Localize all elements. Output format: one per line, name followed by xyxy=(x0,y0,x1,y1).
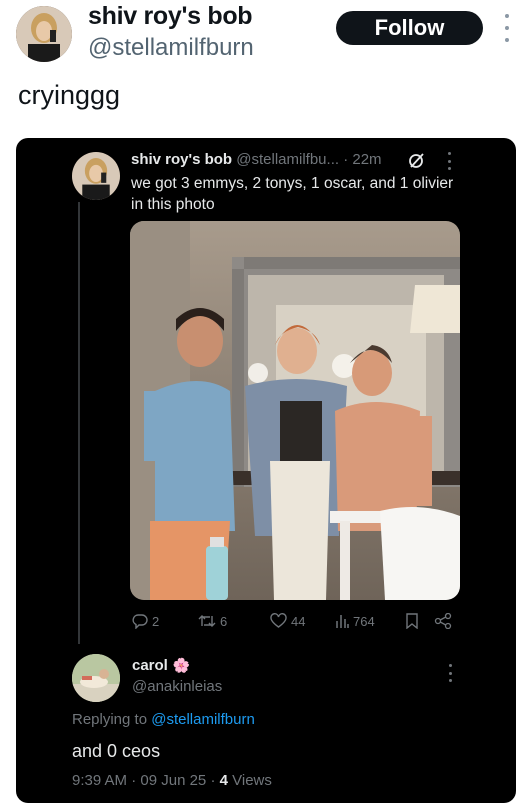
quoted-author-name[interactable]: shiv roy's bob xyxy=(131,151,232,168)
author-avatar[interactable] xyxy=(16,6,72,62)
photo-image xyxy=(130,221,460,600)
separator-dot: · xyxy=(131,772,137,789)
share-action[interactable] xyxy=(434,610,456,632)
bookmark-icon xyxy=(406,613,418,629)
avatar-image xyxy=(72,152,120,200)
quoted-author-handle[interactable]: @stellamilfbu... xyxy=(236,151,339,168)
avatar-image xyxy=(72,654,120,702)
view-count: 764 xyxy=(353,613,375,629)
separator-dot: · xyxy=(343,151,349,168)
replying-to: Replying to @stellamilfburn xyxy=(72,711,255,728)
retweet-count: 6 xyxy=(220,613,228,629)
grok-icon[interactable] xyxy=(408,151,426,169)
like-count: 44 xyxy=(291,613,306,629)
author-handle[interactable]: @stellamilfburn xyxy=(88,34,254,62)
replying-to-link[interactable]: @stellamilfburn xyxy=(151,711,255,728)
quoted-text: we got 3 emmys, 2 tonys, 1 oscar, and 1 … xyxy=(131,175,454,213)
quoted-time[interactable]: 22m xyxy=(352,151,381,168)
more-icon[interactable] xyxy=(447,664,453,682)
avatar-image xyxy=(16,6,72,62)
retweet-icon xyxy=(198,615,216,627)
separator-dot: · xyxy=(210,772,216,789)
reply-author-handle[interactable]: @anakinleias xyxy=(132,678,222,695)
tweet-text: cryinggg xyxy=(18,80,121,110)
retweet-action[interactable]: 6 xyxy=(198,610,227,632)
quoted-header: shiv roy's bob @stellamilfbu... · 22m xyxy=(131,151,382,168)
reply-time[interactable]: 9:39 AM xyxy=(72,772,127,789)
reply-text: and 0 ceos xyxy=(72,741,161,761)
reply-author-avatar[interactable] xyxy=(72,654,120,702)
flower-emoji-icon: 🌸 xyxy=(172,657,191,673)
quoted-author-avatar[interactable] xyxy=(72,152,120,200)
reply-action[interactable]: 2 xyxy=(132,610,159,632)
reply-meta: 9:39 AM · 09 Jun 25 · 4 Views xyxy=(72,772,272,789)
reply-name-text: carol xyxy=(132,657,168,674)
author-name[interactable]: shiv roy's bob xyxy=(88,2,253,31)
reply-icon xyxy=(132,614,148,629)
views-icon xyxy=(336,615,349,628)
action-bar: 2 6 44 764 xyxy=(132,610,457,632)
follow-button[interactable]: Follow xyxy=(336,11,483,45)
replying-prefix: Replying to xyxy=(72,711,148,728)
reply-view-count: 4 xyxy=(219,772,228,789)
like-icon xyxy=(270,613,287,628)
bookmark-action[interactable] xyxy=(405,610,423,632)
tweet-photo[interactable] xyxy=(130,221,460,600)
like-action[interactable]: 44 xyxy=(270,610,305,632)
thread-line xyxy=(78,202,80,644)
more-icon[interactable] xyxy=(446,152,452,170)
share-icon xyxy=(434,613,452,629)
reply-count: 2 xyxy=(152,613,160,629)
reply-date[interactable]: 09 Jun 25 xyxy=(140,772,206,789)
reply-author-name[interactable]: carol 🌸 xyxy=(132,657,190,674)
more-icon[interactable] xyxy=(500,14,514,42)
views-label: Views xyxy=(232,772,272,789)
views-action[interactable]: 764 xyxy=(335,610,375,632)
